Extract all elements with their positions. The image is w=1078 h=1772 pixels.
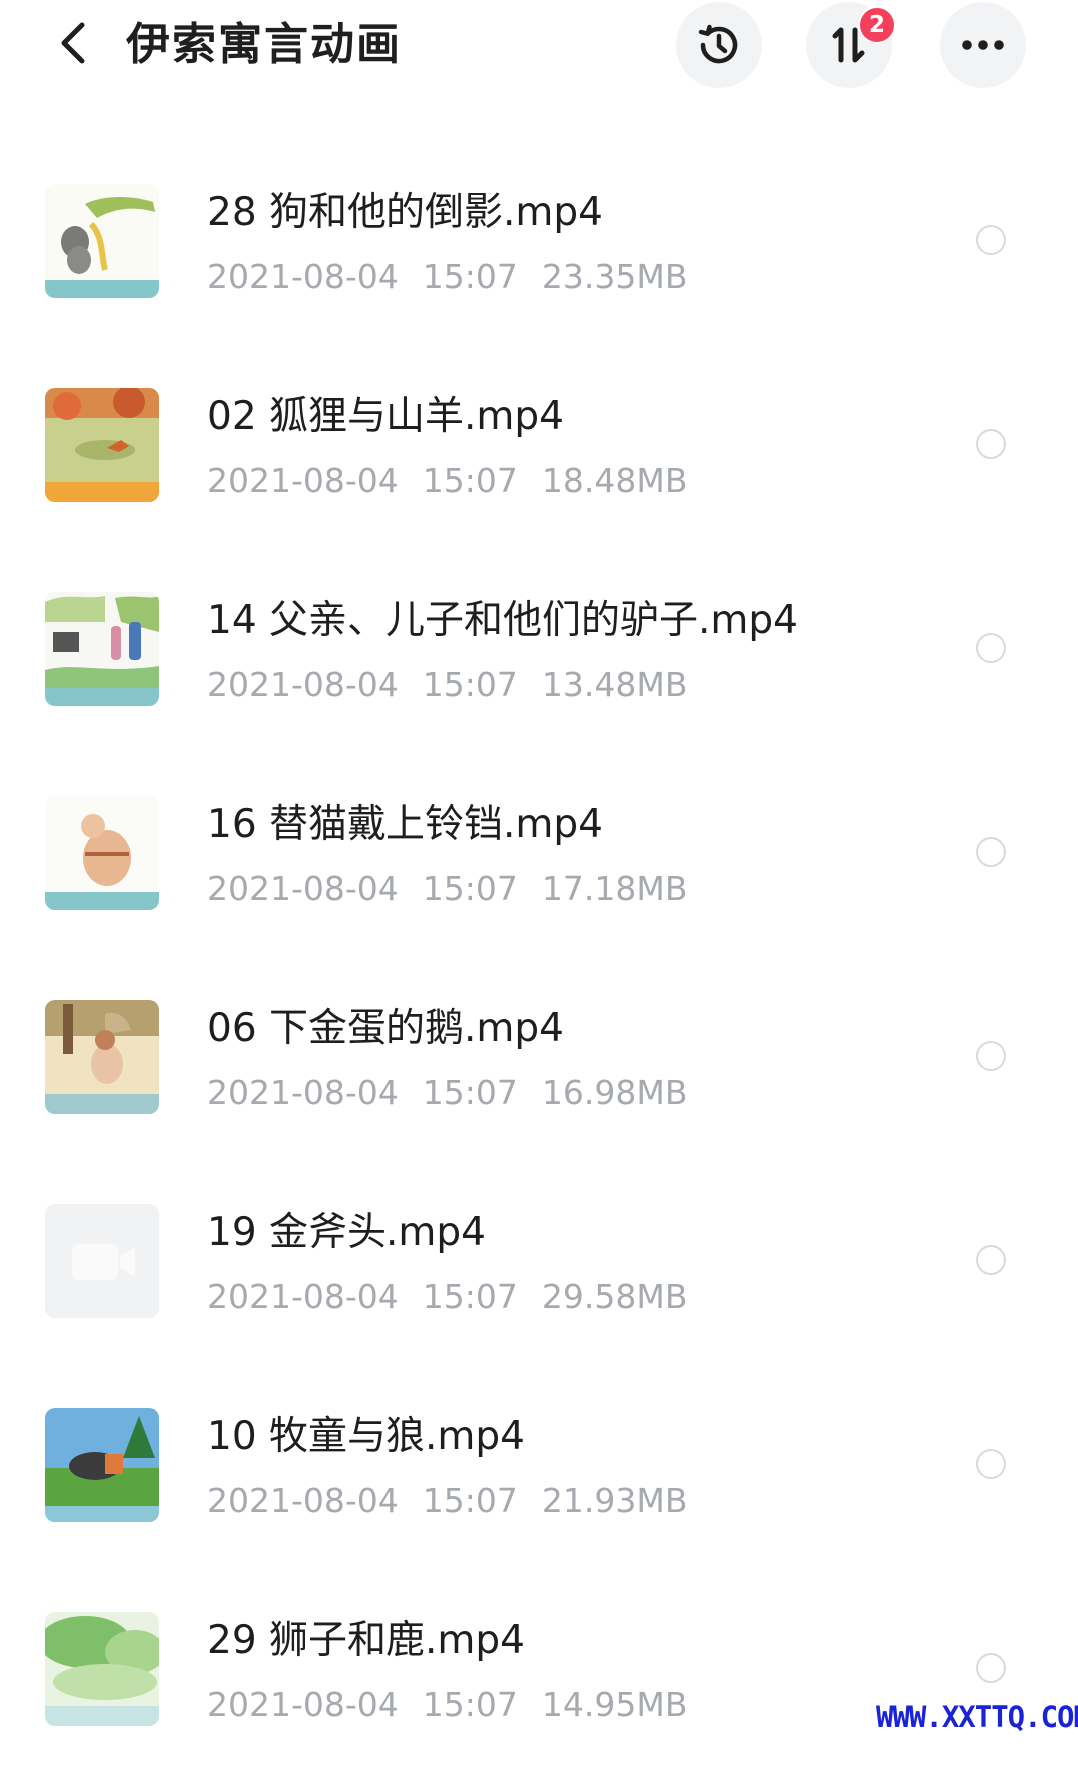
- more-dots-icon: [962, 40, 1004, 50]
- file-meta: 2021-08-04 15:07 23.35MB: [207, 254, 711, 300]
- history-icon: [698, 24, 738, 64]
- file-time: 15:07: [422, 461, 518, 500]
- file-name: 29 狮子和鹿.mp4: [207, 1618, 525, 1663]
- video-thumbnail: [45, 796, 159, 910]
- shepherd-thumbnail-icon: [45, 1408, 159, 1522]
- file-date: 2021-08-04: [207, 1277, 399, 1316]
- video-thumbnail: [45, 1612, 159, 1726]
- file-time: 15:07: [422, 257, 518, 296]
- donkey-thumbnail-icon: [45, 592, 159, 706]
- file-row[interactable]: 06 下金蛋的鹅.mp4 2021-08-04 15:07 16.98MB: [0, 956, 1078, 1160]
- file-size: 23.35MB: [541, 257, 688, 296]
- file-date: 2021-08-04: [207, 1685, 399, 1724]
- notification-badge: 2: [858, 6, 896, 44]
- back-button[interactable]: [48, 18, 98, 68]
- chevron-left-icon: [61, 22, 85, 64]
- file-row[interactable]: 10 牧童与狼.mp4 2021-08-04 15:07 21.93MB: [0, 1364, 1078, 1568]
- select-radio[interactable]: [976, 1041, 1006, 1071]
- file-name: 16 替猫戴上铃铛.mp4: [207, 802, 603, 847]
- select-radio[interactable]: [976, 1449, 1006, 1479]
- file-row[interactable]: 14 父亲、儿子和他们的驴子.mp4 2021-08-04 15:07 13.48M…: [0, 548, 1078, 752]
- select-radio[interactable]: [976, 633, 1006, 663]
- file-name: 10 牧童与狼.mp4: [207, 1414, 525, 1459]
- file-meta: 2021-08-04 15:07 14.95MB: [207, 1682, 711, 1728]
- select-radio[interactable]: [976, 429, 1006, 459]
- video-thumbnail: [45, 1408, 159, 1522]
- sort-button[interactable]: 2: [806, 2, 896, 88]
- file-time: 15:07: [422, 1073, 518, 1112]
- file-date: 2021-08-04: [207, 257, 399, 296]
- file-row[interactable]: 29 狮子和鹿.mp4 2021-08-04 15:07 14.95MB: [0, 1568, 1078, 1772]
- file-meta: 2021-08-04 15:07 21.93MB: [207, 1478, 711, 1524]
- video-thumbnail: [45, 388, 159, 502]
- file-row[interactable]: 19 金斧头.mp4 2021-08-04 15:07 29.58MB: [0, 1160, 1078, 1364]
- select-radio[interactable]: [976, 1653, 1006, 1683]
- video-thumbnail: [45, 1204, 159, 1318]
- file-size: 13.48MB: [541, 665, 688, 704]
- lion-thumbnail-icon: [45, 1612, 159, 1726]
- file-size: 21.93MB: [541, 1481, 688, 1520]
- file-name: 06 下金蛋的鹅.mp4: [207, 1006, 564, 1051]
- file-meta: 2021-08-04 15:07 16.98MB: [207, 1070, 711, 1116]
- top-bar: 伊索寓言动画 2: [0, 0, 1078, 100]
- file-date: 2021-08-04: [207, 1073, 399, 1112]
- file-size: 17.18MB: [541, 869, 688, 908]
- page-title: 伊索寓言动画: [126, 19, 402, 70]
- file-name: 28 狗和他的倒影.mp4: [207, 190, 603, 235]
- select-radio[interactable]: [976, 837, 1006, 867]
- file-size: 16.98MB: [541, 1073, 688, 1112]
- file-time: 15:07: [422, 665, 518, 704]
- file-row[interactable]: 02 狐狸与山羊.mp4 2021-08-04 15:07 18.48MB: [0, 344, 1078, 548]
- file-date: 2021-08-04: [207, 665, 399, 704]
- history-button[interactable]: [676, 2, 762, 88]
- file-date: 2021-08-04: [207, 461, 399, 500]
- video-thumbnail: [45, 1000, 159, 1114]
- file-name: 19 金斧头.mp4: [207, 1210, 486, 1255]
- file-name: 14 父亲、儿子和他们的驴子.mp4: [207, 598, 798, 643]
- fox-thumbnail-icon: [45, 388, 159, 502]
- more-button[interactable]: [940, 2, 1026, 88]
- file-size: 18.48MB: [541, 461, 688, 500]
- file-list: 28 狗和他的倒影.mp4 2021-08-04 15:07 23.35MB 02 …: [0, 140, 1078, 1772]
- watermark: WWW.XXTTQ.COM: [876, 1700, 1078, 1734]
- file-date: 2021-08-04: [207, 869, 399, 908]
- file-name: 02 狐狸与山羊.mp4: [207, 394, 564, 439]
- file-size: 29.58MB: [541, 1277, 688, 1316]
- file-meta: 2021-08-04 15:07 13.48MB: [207, 662, 711, 708]
- file-row[interactable]: 28 狗和他的倒影.mp4 2021-08-04 15:07 23.35MB: [0, 140, 1078, 344]
- goose-thumbnail-icon: [45, 1000, 159, 1114]
- dog-thumbnail-icon: [45, 184, 159, 298]
- video-thumbnail: [45, 184, 159, 298]
- cat-thumbnail-icon: [45, 796, 159, 910]
- file-time: 15:07: [422, 869, 518, 908]
- select-radio[interactable]: [976, 225, 1006, 255]
- file-time: 15:07: [422, 1277, 518, 1316]
- file-time: 15:07: [422, 1685, 518, 1724]
- file-row[interactable]: 16 替猫戴上铃铛.mp4 2021-08-04 15:07 17.18MB: [0, 752, 1078, 956]
- file-meta: 2021-08-04 15:07 17.18MB: [207, 866, 711, 912]
- file-size: 14.95MB: [541, 1685, 688, 1724]
- select-radio[interactable]: [976, 1245, 1006, 1275]
- video-thumbnail: [45, 592, 159, 706]
- file-date: 2021-08-04: [207, 1481, 399, 1520]
- file-time: 15:07: [422, 1481, 518, 1520]
- file-meta: 2021-08-04 15:07 29.58MB: [207, 1274, 711, 1320]
- file-meta: 2021-08-04 15:07 18.48MB: [207, 458, 711, 504]
- video-camera-icon: [45, 1204, 159, 1318]
